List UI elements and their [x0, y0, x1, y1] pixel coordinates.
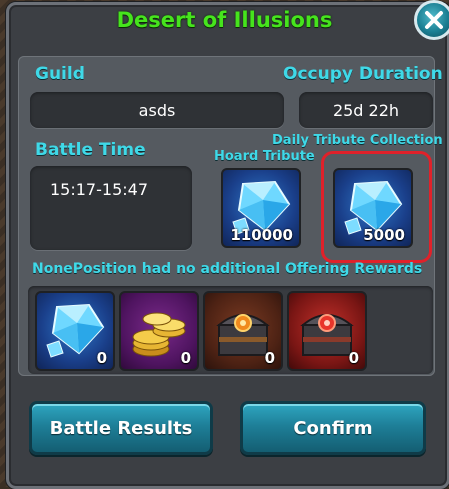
battle-time-field: 15:17-15:47	[30, 166, 192, 250]
close-icon	[425, 11, 443, 29]
occupy-duration-label: Occupy Duration	[283, 64, 443, 84]
occupy-duration-field: 25d 22h	[299, 92, 433, 128]
guild-name-field: asds	[30, 92, 284, 128]
confirm-button[interactable]: Confirm	[240, 401, 426, 455]
hoard-tribute-count: 110000	[230, 226, 293, 244]
guild-label: Guild	[35, 64, 85, 84]
daily-tribute-highlight	[321, 151, 432, 263]
hoard-tribute-item[interactable]: 110000	[221, 168, 301, 248]
reward-count: 0	[348, 349, 359, 367]
reward-slot-coins[interactable]: 0	[119, 291, 199, 371]
dialog-title: Desert of Illusions	[116, 8, 333, 32]
reward-count: 0	[96, 349, 107, 367]
daily-tribute-label: Daily Tribute Collection	[272, 133, 443, 148]
rewards-notice: NonePosition had no additional Offering …	[32, 261, 423, 277]
battle-time-label: Battle Time	[35, 140, 146, 160]
hoard-tribute-label: Hoard Tribute	[214, 149, 315, 164]
reward-slot-chest[interactable]: 0	[203, 291, 283, 371]
reward-slot-gem[interactable]: 0	[35, 291, 115, 371]
battle-results-button[interactable]: Battle Results	[29, 401, 213, 455]
reward-count: 0	[264, 349, 275, 367]
close-button[interactable]	[414, 0, 449, 40]
reward-count: 0	[180, 349, 191, 367]
reward-slot-red-chest[interactable]: 0	[287, 291, 367, 371]
